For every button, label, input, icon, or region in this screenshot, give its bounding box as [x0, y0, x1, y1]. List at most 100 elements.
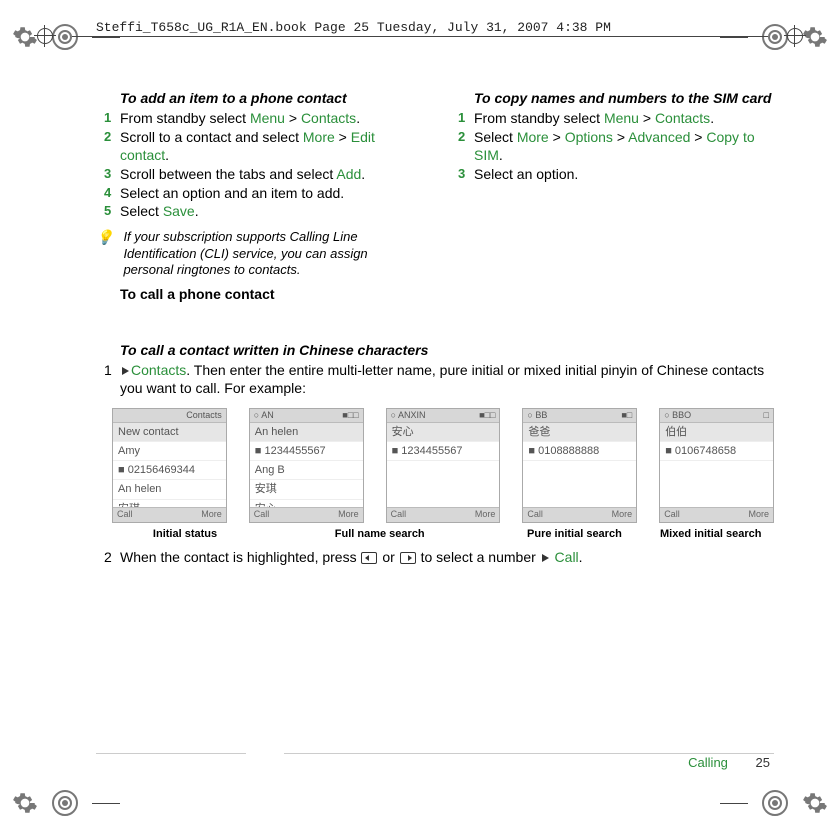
- softkey-left: Call: [117, 509, 133, 521]
- step: 1From standby select Menu > Contacts.: [96, 110, 420, 128]
- list-item: 安琪: [250, 480, 363, 499]
- step-list: 1From standby select Menu > Contacts. 2S…: [96, 110, 420, 221]
- ui-keyword: Save: [163, 203, 195, 219]
- step-text: Select an option.: [474, 166, 578, 182]
- ui-keyword: More: [303, 129, 335, 145]
- phone-screenshot: ○ AN■□□ An helen ■ 1234455567 Ang B 安琪 安…: [249, 408, 364, 523]
- step-text: .: [195, 203, 199, 219]
- list-item: ■ 0106748658: [660, 442, 773, 461]
- triangle-icon: [542, 554, 549, 562]
- step-number: 3: [458, 166, 465, 183]
- ui-keyword: Menu: [250, 110, 285, 126]
- list-item: 安心: [387, 423, 500, 442]
- procedure-heading: To add an item to a phone contact: [120, 90, 420, 108]
- step-text: or: [378, 549, 398, 565]
- dpad-right-icon: [400, 552, 416, 564]
- crosshair-icon: [34, 25, 56, 47]
- step: 1From standby select Menu > Contacts.: [450, 110, 774, 128]
- page-root: { "header_label": "Steffi_T658c_UG_R1A_E…: [0, 0, 840, 840]
- step-number: 2: [104, 129, 111, 146]
- softkey-right: More: [475, 509, 496, 521]
- list-item: ■ 1234455567: [250, 442, 363, 461]
- step-number: 1: [458, 110, 465, 127]
- bullseye-icon: [762, 790, 788, 816]
- list-item: ■ 0108888888: [523, 442, 636, 461]
- softkey-right: More: [612, 509, 633, 521]
- list-item: Ang B: [250, 461, 363, 480]
- step-text: Select: [120, 203, 163, 219]
- caption: Full name search: [258, 527, 501, 541]
- step-text: . Then enter the entire multi-letter nam…: [120, 362, 764, 396]
- step-number: 1: [104, 362, 112, 380]
- page-header-label: Steffi_T658c_UG_R1A_EN.book Page 25 Tues…: [96, 20, 611, 35]
- step: 4Select an option and an item to add.: [96, 185, 420, 203]
- ui-keyword: Advanced: [628, 129, 690, 145]
- step-text: >: [613, 129, 628, 145]
- list-item: ■ 02156469344: [113, 461, 226, 480]
- list-item: An helen: [113, 480, 226, 499]
- bar-text: □: [764, 410, 769, 422]
- ui-keyword: Options: [565, 129, 613, 145]
- step-number: 4: [104, 185, 111, 202]
- tip-block: 💡 If your subscription supports Calling …: [96, 229, 420, 278]
- section-name: Calling: [688, 755, 728, 770]
- step: 5 Select Save.: [96, 203, 420, 221]
- caption: Initial status: [112, 527, 258, 541]
- bar-text: Contacts: [186, 410, 222, 422]
- print-mark-top-right: [720, 24, 828, 50]
- print-mark-bottom-left: [12, 790, 120, 816]
- step-number: 2: [104, 549, 112, 567]
- ui-keyword: Contacts: [301, 110, 356, 126]
- step-number: 2: [458, 129, 465, 146]
- bar-text: ■□: [621, 410, 632, 422]
- step: 2Scroll to a contact and select More > E…: [96, 129, 420, 165]
- gear-icon: [802, 790, 828, 816]
- bar-text: ○ BB: [527, 410, 547, 422]
- gear-icon: [12, 790, 38, 816]
- step-text: >: [690, 129, 706, 145]
- softkey-left: Call: [527, 509, 543, 521]
- bar-text: ■□□: [479, 410, 495, 422]
- phone-screenshot: Contacts New contact Amy ■ 02156469344 A…: [112, 408, 227, 523]
- step-text: Scroll between the tabs and select: [120, 166, 336, 182]
- divider: [720, 803, 748, 804]
- caption-row: Initial status Full name search Pure ini…: [112, 527, 774, 541]
- step-text: >: [549, 129, 565, 145]
- page-number: 25: [756, 755, 770, 770]
- step: 3 Scroll between the tabs and select Add.: [96, 166, 420, 184]
- step-text: .: [499, 147, 503, 163]
- ui-keyword: Contacts: [131, 362, 186, 378]
- list-item: An helen: [250, 423, 363, 442]
- step-text: When the contact is highlighted, press: [120, 549, 360, 565]
- step-list: 1From standby select Menu > Contacts. 2S…: [450, 110, 774, 184]
- step-text: .: [361, 166, 365, 182]
- step: 1 Contacts. Then enter the entire multi-…: [96, 362, 774, 398]
- procedure-heading: To call a phone contact: [120, 286, 420, 304]
- list-item: Amy: [113, 442, 226, 461]
- softkey-right: More: [338, 509, 359, 521]
- procedure-heading: To copy names and numbers to the SIM car…: [474, 90, 774, 108]
- step-number: 3: [104, 166, 111, 183]
- ui-keyword: Add: [336, 166, 361, 182]
- phone-screenshot: ○ BBO□ 伯伯 ■ 0106748658 CallMore: [659, 408, 774, 523]
- phone-screenshot: ○ BB■□ 爸爸 ■ 0108888888 CallMore: [522, 408, 637, 523]
- ui-keyword: More: [517, 129, 549, 145]
- wide-section: To call a contact written in Chinese cha…: [96, 342, 774, 567]
- step-number: 5: [104, 203, 111, 220]
- step: 2Select More > Options > Advanced > Copy…: [450, 129, 774, 165]
- softkey-left: Call: [664, 509, 680, 521]
- print-mark-bottom-right: [720, 790, 828, 816]
- right-column: To copy names and numbers to the SIM car…: [450, 90, 774, 310]
- list-item: 安琪: [113, 500, 226, 508]
- step-text: From standby select: [120, 110, 250, 126]
- list-item: New contact: [113, 423, 226, 442]
- bar-text: ■□□: [342, 410, 358, 422]
- divider: [72, 36, 768, 37]
- step-text: .: [579, 549, 583, 565]
- step-text: >: [335, 129, 351, 145]
- softkey-right: More: [201, 509, 222, 521]
- step-text: From standby select: [474, 110, 604, 126]
- caption: Pure initial search: [501, 527, 647, 541]
- left-column: To add an item to a phone contact 1From …: [96, 90, 420, 310]
- step-text: Select: [474, 129, 517, 145]
